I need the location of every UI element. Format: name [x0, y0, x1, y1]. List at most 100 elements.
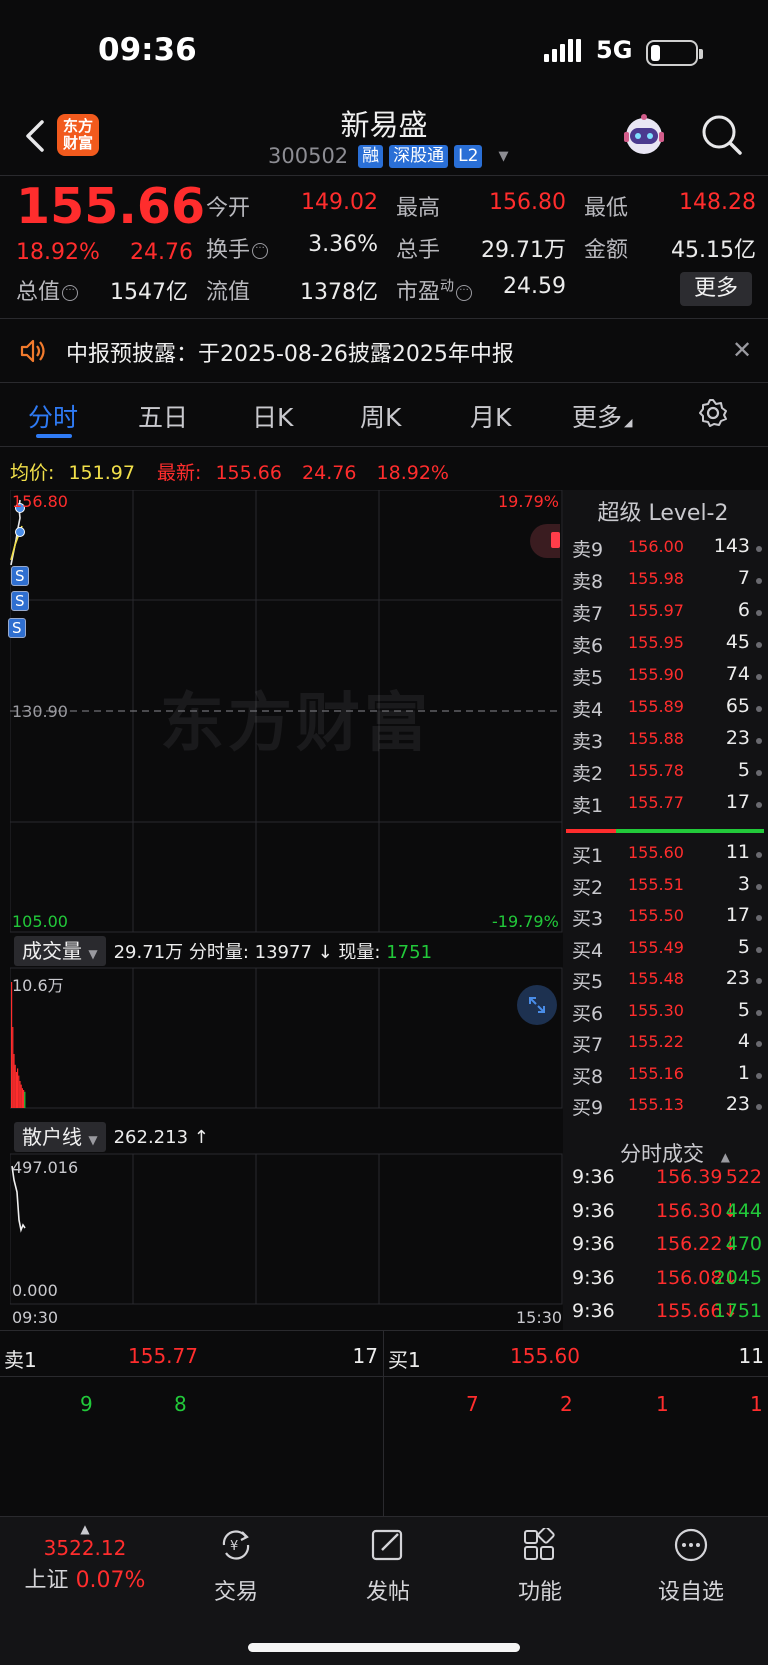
trade-icon: ¥ — [222, 1530, 250, 1560]
nav-trade[interactable]: ¥ 交易 — [186, 1528, 286, 1606]
divider — [383, 1330, 384, 1516]
gear-icon[interactable] — [698, 398, 728, 428]
x-axis-start: 09:30 — [12, 1308, 59, 1327]
info-icon[interactable]: ··· — [62, 285, 79, 301]
order-dot-icon — [756, 1041, 762, 1047]
tab-weekly-k[interactable]: 周K — [360, 398, 401, 434]
ask-volume: 6 — [737, 599, 750, 621]
low-label: 最低 — [584, 196, 629, 221]
bid-row[interactable]: 买8 155.16 1 — [572, 1062, 762, 1094]
order-dot-icon — [756, 610, 762, 616]
volume-bar — [24, 1091, 26, 1108]
tab-five-day[interactable]: 五日 — [138, 398, 188, 434]
pct-axis-top: 19.79% — [498, 492, 560, 511]
order-dot-icon — [756, 915, 762, 921]
divider — [0, 1330, 768, 1331]
high-value: 156.80 — [489, 190, 566, 215]
intraday-chart[interactable] — [10, 490, 563, 1320]
volume-bar — [14, 1064, 16, 1108]
bid-row[interactable]: 买6 155.30 5 — [572, 999, 762, 1031]
sell-signal-badge[interactable]: S — [11, 566, 29, 586]
tick-price: 156.39 — [656, 1166, 723, 1188]
order-dot-icon — [756, 1072, 762, 1079]
index-value: 3522.12 — [43, 1536, 127, 1560]
open-value: 149.02 — [301, 190, 378, 215]
bid-price: 155.30 — [628, 1000, 684, 1020]
nav-add-watchlist[interactable]: 设自选 — [641, 1528, 741, 1606]
total-cap-value: 1547亿 — [110, 280, 188, 305]
status-time: 09:36 — [98, 32, 197, 68]
ask-row[interactable]: 卖5 155.90 74 — [572, 663, 762, 695]
ask-price: 155.88 — [628, 729, 684, 748]
bid-volume: 1 — [737, 1061, 750, 1084]
sell-signal-badge[interactable]: S — [8, 618, 26, 638]
tick-time: 9:36 — [572, 1199, 615, 1222]
tab-intraday[interactable]: 分时 — [28, 398, 78, 434]
ask-row[interactable]: 卖2 155.78 5 — [572, 759, 762, 791]
divider — [0, 446, 768, 447]
stock-code-row[interactable]: 300502 融 深股通 L2 ▼ — [268, 144, 508, 168]
ticks-title[interactable]: 分时成交 ▲ — [620, 1138, 730, 1168]
ask-queue-item: 8 — [174, 1392, 187, 1416]
ask-row[interactable]: 卖8 155.98 7 — [572, 567, 762, 599]
tick-volume: 470 — [725, 1233, 762, 1255]
y-axis-mid: 130.90 — [12, 702, 68, 721]
ask1-price: 155.77 — [128, 1344, 198, 1368]
tick-time: 9:36 — [572, 1266, 615, 1289]
search-icon[interactable] — [700, 113, 744, 157]
volume-bar — [21, 1088, 23, 1108]
retail-selector[interactable]: 散户线 ▼ — [14, 1122, 106, 1152]
tab-more[interactable]: 更多 ◢ — [572, 398, 632, 434]
ask-row[interactable]: 卖3 155.88 23 — [572, 727, 762, 759]
volume-bar — [20, 1084, 22, 1108]
pe-label: 市盈动 ··· — [396, 274, 473, 306]
home-indicator[interactable] — [248, 1643, 520, 1652]
bid-row[interactable]: 买3 155.50 17 — [572, 904, 762, 936]
order-dot-icon — [756, 578, 762, 584]
ask-price: 155.89 — [628, 697, 684, 716]
bid-row[interactable]: 买2 155.51 3 — [572, 873, 762, 905]
volume-selector[interactable]: 成交量 ▼ — [14, 936, 106, 966]
notice-text[interactable]: 中报预披露：于2025-08-26披露2025年中报 — [66, 336, 514, 368]
expand-icon[interactable] — [517, 985, 557, 1025]
more-button[interactable]: 更多 — [680, 272, 752, 306]
ask-level-label: 卖9 — [572, 539, 604, 561]
news-flag-icon[interactable] — [530, 524, 560, 558]
tab-monthly-k[interactable]: 月K — [470, 398, 511, 434]
retail-value: 262.213 ↑ — [113, 1126, 209, 1148]
bid-volume: 23 — [725, 1093, 750, 1115]
volume-bar — [13, 1054, 15, 1108]
index-widget[interactable]: ▲ 3522.12 上证 0.07% — [20, 1522, 150, 1594]
ask-row[interactable]: 卖9 156.00 143 — [572, 535, 762, 567]
level2-title[interactable]: 超级 Level-2 — [563, 495, 763, 527]
bid-row[interactable]: 买4 155.49 5 — [572, 936, 762, 968]
bid-queue-item: 1 — [656, 1392, 669, 1416]
bid-row[interactable]: 买1 155.60 11 — [572, 841, 762, 873]
nav-functions[interactable]: 功能 — [490, 1526, 590, 1606]
order-dot-icon — [756, 978, 762, 984]
bid-row[interactable]: 买7 155.22 4 — [572, 1030, 762, 1062]
tick-volume: 522 — [725, 1166, 762, 1188]
sell-signal-badge[interactable]: S — [11, 591, 29, 611]
ask-row[interactable]: 卖6 155.95 45 — [572, 631, 762, 663]
tick-volume: 444 — [725, 1199, 762, 1222]
ask-queue-item: 9 — [80, 1392, 93, 1416]
ask-row[interactable]: 卖7 155.97 6 — [572, 599, 762, 631]
turnover-value: 3.36% — [308, 232, 378, 257]
caret-down-icon[interactable]: ▼ — [498, 149, 508, 164]
close-icon[interactable]: ✕ — [732, 336, 752, 364]
ai-assistant-icon[interactable] — [620, 112, 668, 160]
more-dots-icon — [674, 1528, 708, 1562]
ask-row[interactable]: 卖4 155.89 65 — [572, 695, 762, 727]
volume-bars — [11, 982, 26, 1108]
bid-row[interactable]: 买5 155.48 23 — [572, 967, 762, 999]
tab-daily-k[interactable]: 日K — [252, 398, 293, 434]
order-dot-icon — [756, 546, 762, 552]
ask-row[interactable]: 卖1 155.77 17 — [572, 791, 762, 823]
bid-queue-item: 2 — [560, 1392, 573, 1416]
bid-row[interactable]: 买9 155.13 23 — [572, 1093, 762, 1125]
ask-level-label: 卖7 — [572, 603, 604, 625]
nav-post[interactable]: 发帖 — [338, 1528, 438, 1606]
bid-volume: 5 — [737, 935, 750, 958]
info-icon[interactable]: ··· — [252, 243, 269, 259]
